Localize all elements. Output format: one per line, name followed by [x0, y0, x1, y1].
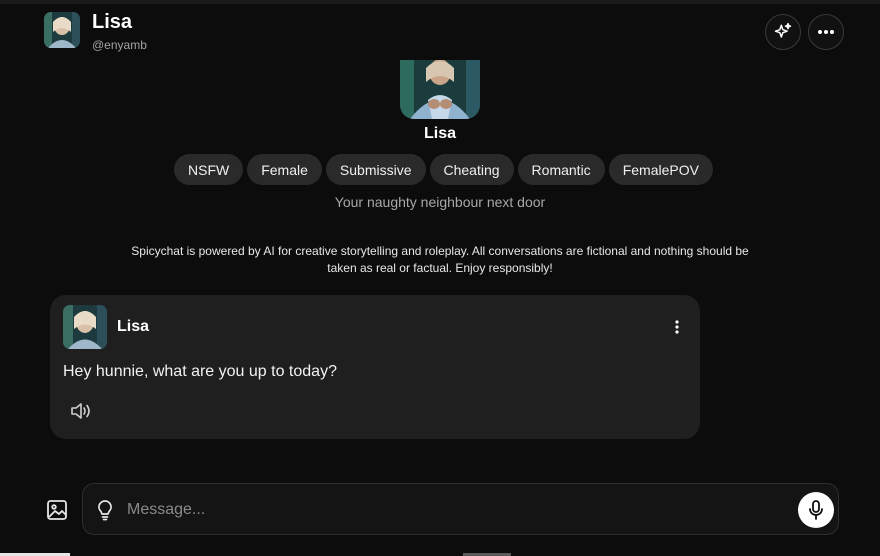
more-options-button[interactable]	[808, 14, 844, 50]
more-horizontal-icon	[818, 30, 834, 34]
speaker-icon[interactable]	[70, 401, 92, 421]
sparkle-button[interactable]	[765, 14, 801, 50]
profile-image	[400, 60, 480, 119]
header-avatar[interactable]	[44, 12, 80, 48]
profile-tagline: Your naughty neighbour next door	[334, 194, 546, 210]
microphone-button[interactable]	[798, 492, 834, 528]
tag-nsfw[interactable]: NSFW	[174, 154, 244, 185]
suggestion-button[interactable]	[95, 499, 115, 521]
message-composer	[82, 483, 839, 535]
top-strip	[0, 0, 880, 4]
tag-female[interactable]: Female	[247, 154, 322, 185]
tag-femalepov[interactable]: FemalePOV	[608, 154, 713, 185]
more-vertical-icon	[675, 320, 679, 334]
message-card: Lisa Hey hunnie, what are you up to toda…	[50, 295, 700, 439]
image-icon	[47, 500, 67, 520]
message-menu-button[interactable]	[668, 317, 686, 337]
header-handle[interactable]: @enyamb	[92, 38, 147, 52]
image-upload-button[interactable]	[46, 499, 68, 521]
ai-disclaimer: Spicychat is powered by AI for creative …	[131, 244, 749, 275]
message-input[interactable]	[127, 496, 787, 524]
lightbulb-icon	[98, 500, 112, 521]
message-text: Hey hunnie, what are you up to today?	[63, 363, 337, 380]
message-sender: Lisa	[117, 318, 150, 335]
header-name: Lisa	[92, 11, 133, 33]
message-avatar[interactable]	[63, 305, 107, 349]
tag-cheating[interactable]: Cheating	[429, 154, 514, 185]
sparkle-icon	[774, 22, 792, 38]
tag-list: NSFW Female Submissive Cheating Romantic…	[174, 154, 713, 185]
microphone-icon	[809, 500, 823, 520]
tag-romantic[interactable]: Romantic	[517, 154, 605, 185]
tag-submissive[interactable]: Submissive	[325, 154, 426, 185]
profile-name: Lisa	[423, 125, 456, 142]
